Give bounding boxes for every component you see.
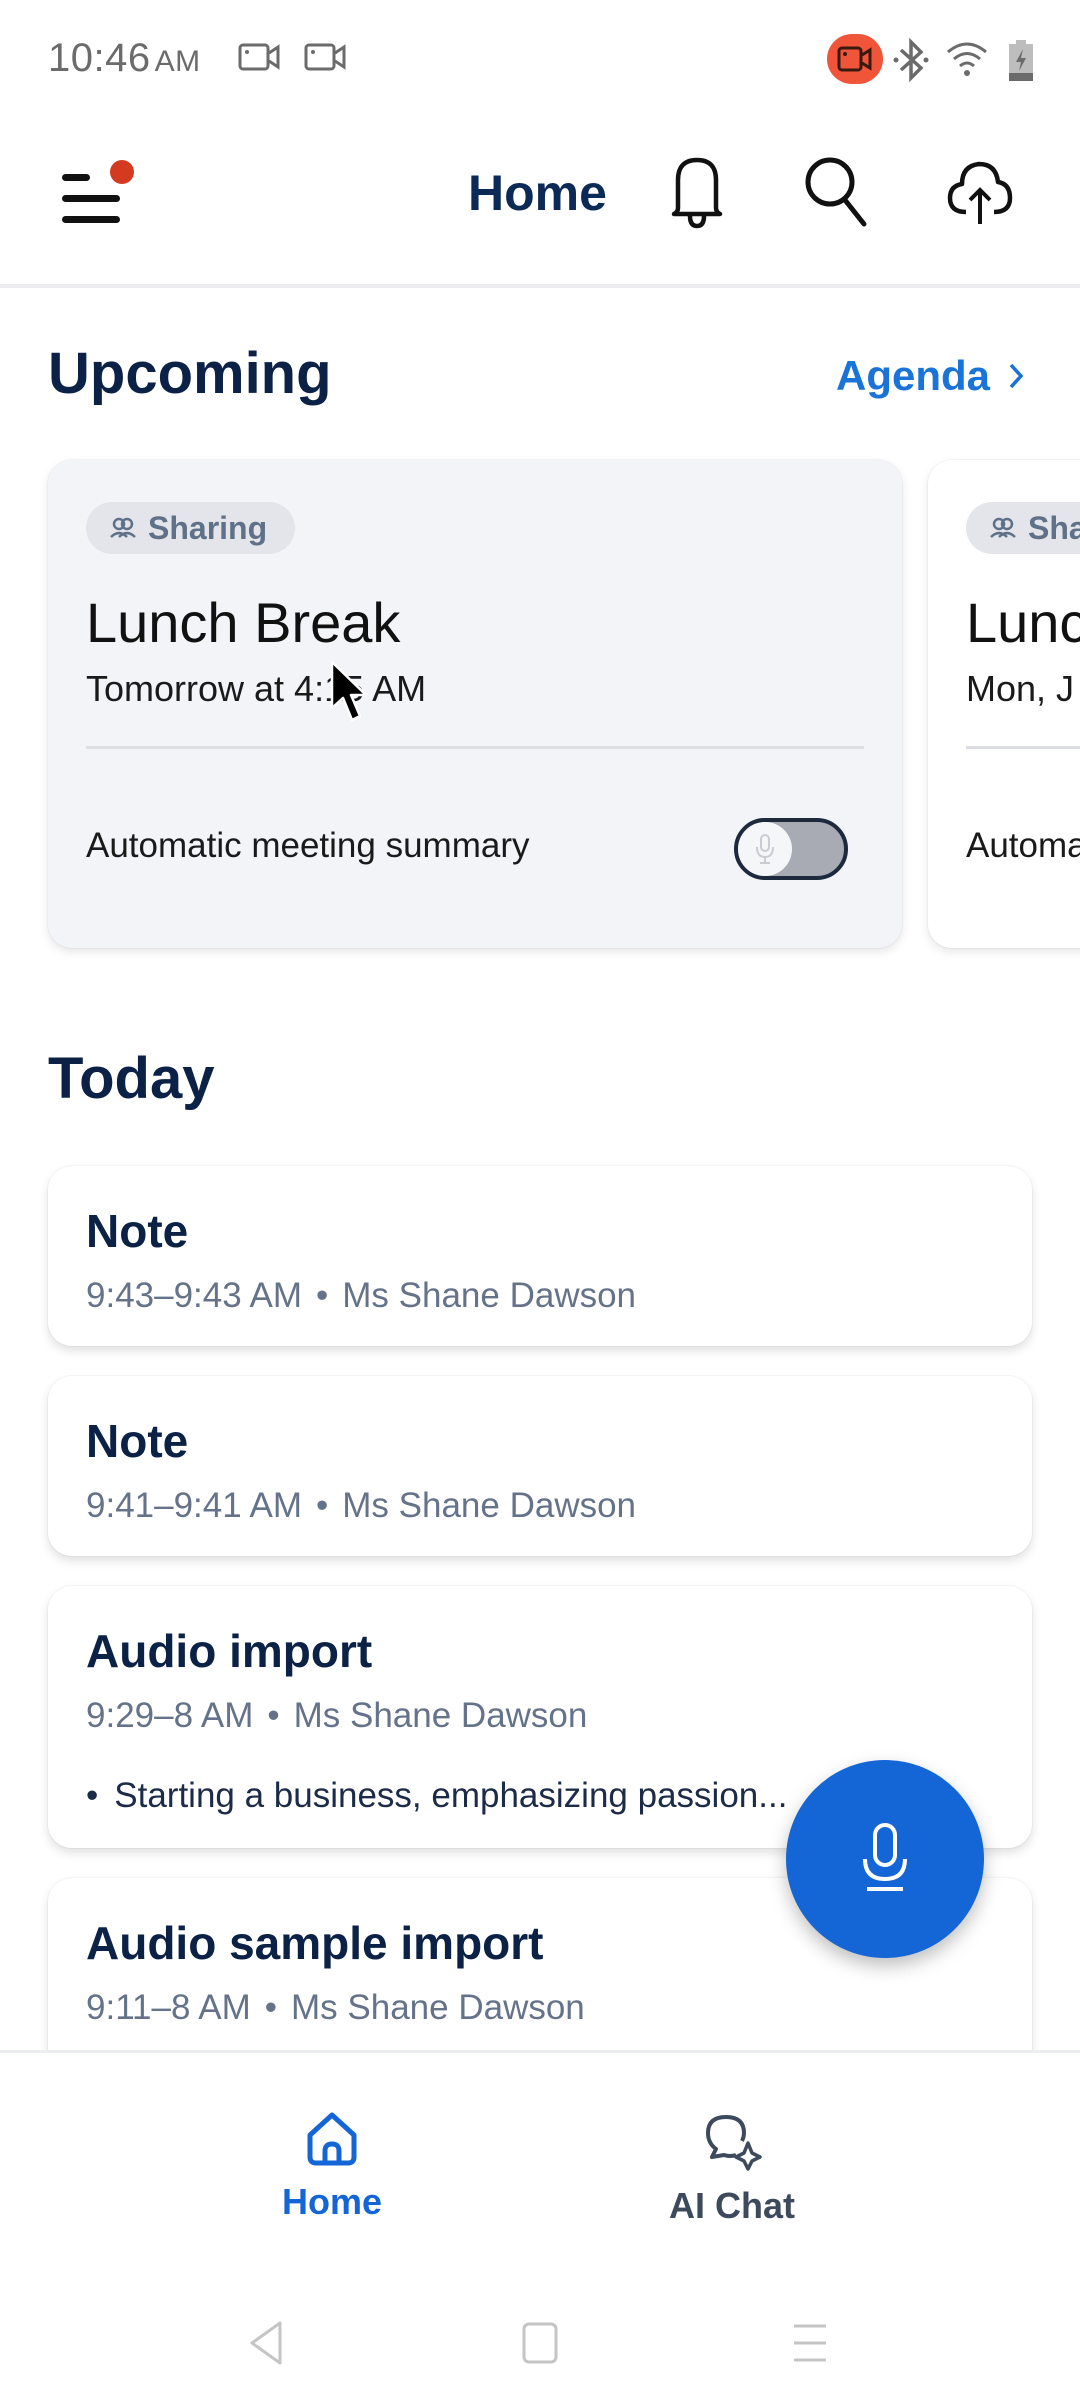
nav-ai-chat-label: AI Chat bbox=[669, 2185, 795, 2226]
item-time: 9:29–8 AM bbox=[86, 1696, 254, 1735]
video-camera-icon bbox=[304, 43, 346, 71]
screen-record-icon bbox=[827, 34, 883, 84]
home-icon bbox=[307, 2112, 357, 2166]
back-icon[interactable] bbox=[246, 2320, 286, 2366]
separator: • bbox=[316, 1276, 329, 1315]
nav-home[interactable]: Home bbox=[212, 2111, 452, 2223]
upcoming-event-card[interactable]: Sharing Lunch Break Mon, J Automatic mee… bbox=[928, 460, 1080, 948]
item-owner: Ms Shane Dawson bbox=[291, 1988, 585, 2027]
item-meta: 9:41–9:41 AM • Ms Shane Dawson bbox=[86, 1486, 636, 1526]
item-summary-text: Starting a business, emphasizing passion… bbox=[114, 1776, 788, 1815]
video-camera-icon bbox=[238, 43, 280, 71]
recents-icon[interactable] bbox=[790, 2320, 830, 2366]
item-time: 9:41–9:41 AM bbox=[86, 1486, 302, 1525]
microphone-icon bbox=[863, 1823, 907, 1891]
separator: • bbox=[267, 1696, 280, 1735]
item-owner: Ms Shane Dawson bbox=[293, 1696, 588, 1735]
microphone-icon bbox=[756, 834, 774, 864]
agenda-link[interactable]: Agenda bbox=[836, 352, 1024, 400]
sharing-chip: Sharing bbox=[86, 502, 296, 554]
item-title: Note bbox=[86, 1415, 189, 1467]
item-title: Audio import bbox=[86, 1625, 373, 1677]
item-owner: Ms Shane Dawson bbox=[342, 1276, 637, 1315]
people-icon bbox=[110, 517, 136, 538]
list-item[interactable]: Note 9:43–9:43 AM • Ms Shane Dawson bbox=[48, 1166, 1032, 1346]
page-title: Home bbox=[468, 165, 607, 221]
item-time: 9:43–9:43 AM bbox=[86, 1276, 302, 1315]
record-button[interactable] bbox=[786, 1760, 984, 1958]
auto-summary-label: Automatic meeting summary bbox=[86, 826, 530, 865]
bottom-navigation: Home AI Chat bbox=[0, 2050, 1080, 2250]
agenda-link-label: Agenda bbox=[835, 352, 990, 399]
clock-time: 10:46 bbox=[48, 36, 151, 80]
system-navigation-bar bbox=[0, 2250, 1080, 2400]
bluetooth-icon bbox=[893, 38, 929, 82]
menu-notification-badge bbox=[110, 160, 134, 184]
battery-charging-icon bbox=[1009, 40, 1033, 81]
wifi-icon bbox=[947, 42, 987, 76]
item-owner: Ms Shane Dawson bbox=[342, 1486, 637, 1525]
status-bar: 10:46 AM bbox=[0, 0, 1080, 120]
bullet: • bbox=[86, 1776, 99, 1815]
sharing-chip: Sharing bbox=[966, 502, 1080, 554]
item-time: 9:11–8 AM bbox=[86, 1988, 251, 2027]
today-heading: Today bbox=[48, 1046, 215, 1111]
nav-home-label: Home bbox=[281, 2181, 383, 2222]
clock-ampm: AM bbox=[154, 45, 201, 78]
auto-summary-label: Automatic meeting summary bbox=[966, 826, 1080, 865]
divider bbox=[966, 746, 1080, 749]
separator: • bbox=[264, 1988, 278, 2027]
item-summary: • Starting a business, emphasizing passio… bbox=[86, 1776, 787, 1816]
people-icon bbox=[990, 517, 1016, 538]
chip-label: Sharing bbox=[148, 509, 268, 546]
bell-icon[interactable] bbox=[662, 150, 732, 230]
event-title: Lunch Break bbox=[86, 591, 401, 654]
cloud-upload-icon[interactable] bbox=[944, 150, 1014, 230]
mouse-cursor-icon bbox=[330, 660, 368, 722]
item-meta: 9:11–8 AM • Ms Shane Dawson bbox=[86, 1988, 585, 2028]
divider bbox=[86, 746, 864, 749]
list-item[interactable]: Note 9:41–9:41 AM • Ms Shane Dawson bbox=[48, 1376, 1032, 1556]
ai-chat-icon bbox=[706, 2115, 762, 2171]
upcoming-event-card[interactable]: Sharing Lunch Break Tomorrow at 4:15 AM … bbox=[48, 460, 902, 948]
event-time: Tomorrow at 4:15 AM bbox=[86, 668, 427, 709]
event-time: Mon, J bbox=[966, 668, 1075, 709]
separator: • bbox=[316, 1486, 329, 1525]
home-square-icon[interactable] bbox=[520, 2320, 560, 2366]
item-title: Note bbox=[86, 1205, 189, 1257]
chip-label: Sharing bbox=[1028, 509, 1080, 546]
nav-ai-chat[interactable]: AI Chat bbox=[612, 2111, 852, 2227]
chevron-right-icon bbox=[1009, 363, 1024, 389]
toggle-knob bbox=[738, 822, 792, 876]
auto-summary-toggle[interactable] bbox=[734, 818, 848, 880]
item-meta: 9:43–9:43 AM • Ms Shane Dawson bbox=[86, 1276, 636, 1316]
status-time: 10:46 AM bbox=[48, 36, 201, 81]
upcoming-heading: Upcoming bbox=[48, 341, 332, 406]
item-meta: 9:29–8 AM • Ms Shane Dawson bbox=[86, 1696, 587, 1736]
event-title: Lunch Break bbox=[966, 591, 1080, 654]
search-icon[interactable] bbox=[800, 150, 870, 230]
item-title: Audio sample import bbox=[86, 1917, 544, 1969]
